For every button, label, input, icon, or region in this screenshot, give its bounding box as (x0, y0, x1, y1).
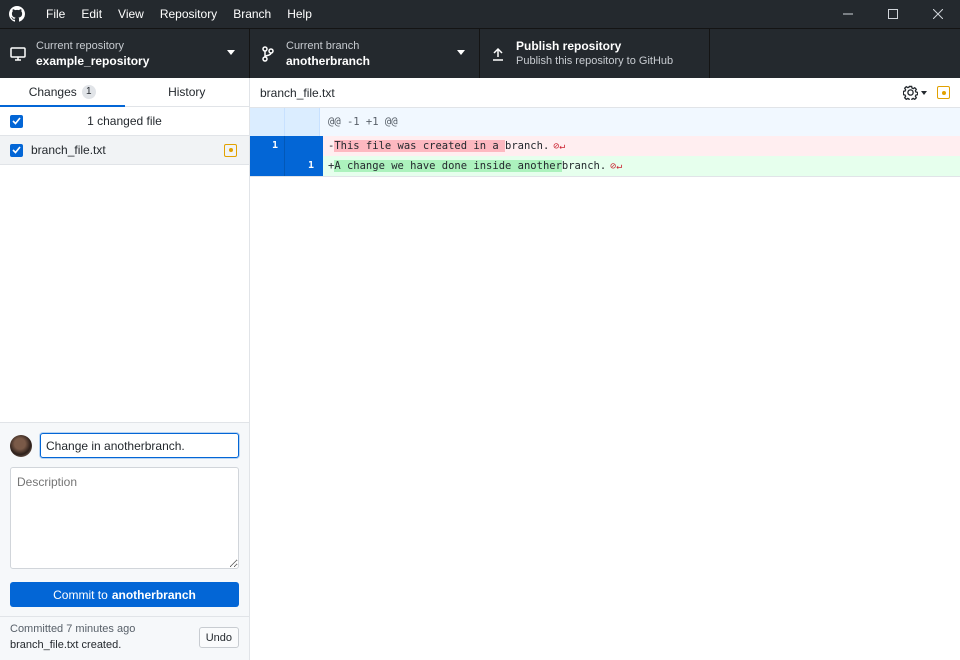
close-button[interactable] (915, 0, 960, 28)
old-line-number: 1 (250, 136, 285, 156)
current-repository-label: Current repository (36, 39, 125, 52)
new-line-number: 1 (285, 156, 320, 176)
deleted-line-code: - This file was created in a branch. ⊘↵ (320, 136, 565, 156)
github-logo-icon (0, 0, 34, 28)
publish-repository-subtitle: Publish this repository to GitHub (516, 54, 674, 67)
current-branch-name: anotherbranch (286, 53, 371, 68)
menu-help[interactable]: Help (279, 0, 320, 28)
menu-view[interactable]: View (110, 0, 152, 28)
current-branch-label: Current branch (286, 39, 360, 52)
commit-button[interactable]: Commit to anotherbranch (10, 582, 239, 607)
maximize-button[interactable] (870, 0, 915, 28)
file-modified-icon (224, 143, 237, 157)
publish-repository-button[interactable]: Publish repository Publish this reposito… (480, 29, 710, 78)
maximize-icon (887, 9, 898, 19)
current-repository-name: example_repository (36, 53, 150, 68)
no-newline-marker-icon: ⊘↵ (553, 140, 566, 152)
chevron-down-icon (457, 50, 465, 55)
menu-edit[interactable]: Edit (73, 0, 110, 28)
gear-icon (903, 85, 918, 100)
desktop-icon (0, 46, 36, 61)
deleted-line-row[interactable]: 1 - This file was created in a branch. ⊘↵ (250, 136, 960, 156)
changed-files-header: 1 changed file (0, 107, 249, 136)
chevron-down-icon (921, 90, 927, 95)
commit-form: Commit to anotherbranch (0, 422, 249, 616)
commit-description-input[interactable] (10, 467, 239, 569)
added-highlight: A change we have done inside another (334, 160, 562, 172)
title-bar: File Edit View Repository Branch Help (0, 0, 960, 28)
current-branch-dropdown[interactable]: Current branch anotherbranch (250, 29, 480, 78)
old-line-number (250, 108, 285, 136)
close-icon (932, 9, 943, 19)
tab-changes[interactable]: Changes 1 (0, 78, 125, 107)
added-rest: branch. (561, 160, 607, 172)
sidebar: Changes 1 History 1 changed file branch_… (0, 78, 250, 660)
diff-view: branch_file.txt @@ -1 +1 @@ 1 - This file… (250, 78, 960, 660)
deleted-rest: branch. (505, 140, 550, 152)
upload-icon (480, 47, 516, 61)
diff-file-name: branch_file.txt (260, 85, 335, 100)
menu-file[interactable]: File (38, 0, 73, 28)
old-line-number (250, 156, 285, 176)
menu-repository[interactable]: Repository (152, 0, 225, 28)
file-name: branch_file.txt (31, 143, 106, 157)
publish-repository-title: Publish repository (516, 38, 622, 53)
no-newline-marker-icon: ⊘↵ (610, 160, 623, 172)
last-commit-panel: Committed 7 minutes ago branch_file.txt … (0, 616, 249, 660)
commit-button-branch: anotherbranch (111, 587, 196, 602)
file-list-item[interactable]: branch_file.txt (0, 136, 249, 165)
minimize-icon (842, 13, 853, 15)
changes-count-badge: 1 (81, 85, 96, 99)
toolbar: Current repository example_repository Cu… (0, 28, 960, 78)
tab-changes-label: Changes (28, 85, 77, 99)
tab-history-label: History (168, 85, 206, 99)
avatar (10, 434, 32, 457)
tab-history[interactable]: History (125, 78, 250, 106)
checkmark-icon (12, 146, 21, 154)
changed-files-count: 1 changed file (87, 114, 162, 128)
divider (250, 176, 960, 177)
diff-settings-button[interactable] (903, 85, 927, 100)
undo-button[interactable]: Undo (198, 627, 239, 648)
minimize-button[interactable] (825, 0, 870, 28)
added-line-code: + A change we have done inside another bra… (320, 156, 622, 176)
file-include-checkbox[interactable] (10, 143, 23, 157)
current-repository-dropdown[interactable]: Current repository example_repository (0, 29, 250, 78)
file-modified-icon (937, 86, 950, 99)
diff-header: branch_file.txt (250, 78, 960, 108)
chevron-down-icon (227, 50, 235, 55)
menu-bar: File Edit View Repository Branch Help (34, 0, 320, 28)
hunk-header-row[interactable]: @@ -1 +1 @@ (250, 108, 960, 136)
diff-content: @@ -1 +1 @@ 1 - This file was created in … (250, 108, 960, 177)
git-branch-icon (250, 45, 286, 62)
deleted-highlight: This file was created in a (334, 140, 506, 152)
window-controls (825, 0, 960, 28)
commit-summary-input[interactable] (40, 433, 239, 458)
hunk-header: @@ -1 +1 @@ (328, 116, 398, 128)
commit-button-prefix: Commit to (53, 587, 108, 602)
sidebar-tabs: Changes 1 History (0, 78, 249, 107)
new-line-number (285, 108, 320, 136)
new-line-number (285, 136, 320, 156)
added-line-row[interactable]: 1 + A change we have done inside another b… (250, 156, 960, 176)
menu-branch[interactable]: Branch (225, 0, 279, 28)
